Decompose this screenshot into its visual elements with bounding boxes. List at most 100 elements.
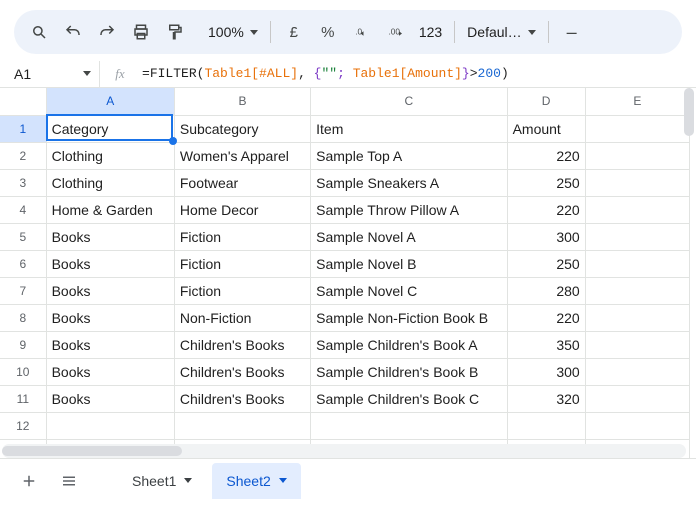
row-header[interactable]: 2 xyxy=(0,142,46,169)
cell[interactable]: Sample Children's Book A xyxy=(311,331,507,358)
cell[interactable]: Home Decor xyxy=(174,196,310,223)
cell[interactable]: Books xyxy=(46,250,174,277)
row-header[interactable]: 12 xyxy=(0,412,46,439)
cell[interactable]: Sample Novel A xyxy=(311,223,507,250)
cell[interactable]: 280 xyxy=(507,277,585,304)
cell[interactable]: Fiction xyxy=(174,223,310,250)
row-header[interactable]: 8 xyxy=(0,304,46,331)
cell[interactable]: 320 xyxy=(507,385,585,412)
cell[interactable]: Sample Non-Fiction Book B xyxy=(311,304,507,331)
cell[interactable]: Women's Apparel xyxy=(174,142,310,169)
cell[interactable] xyxy=(311,412,507,439)
cell[interactable]: Item xyxy=(311,115,507,142)
cell[interactable]: 350 xyxy=(507,331,585,358)
col-header-c[interactable]: C xyxy=(311,88,507,115)
cell[interactable] xyxy=(585,385,689,412)
cell[interactable]: Sample Children's Book B xyxy=(311,358,507,385)
row-header[interactable]: 11 xyxy=(0,385,46,412)
cell[interactable] xyxy=(585,142,689,169)
zoom-dropdown[interactable]: 100% xyxy=(204,24,262,40)
cell[interactable]: Footwear xyxy=(174,169,310,196)
scrollbar-thumb[interactable] xyxy=(2,446,182,456)
sheet-tab-sheet1[interactable]: Sheet1 xyxy=(118,463,206,499)
cell[interactable] xyxy=(585,196,689,223)
cell[interactable]: Children's Books xyxy=(174,385,310,412)
cell[interactable]: Home & Garden xyxy=(46,196,174,223)
row-header[interactable]: 3 xyxy=(0,169,46,196)
cell[interactable]: Books xyxy=(46,358,174,385)
percent-button[interactable]: % xyxy=(313,17,343,47)
cell[interactable] xyxy=(585,304,689,331)
cell[interactable]: Clothing xyxy=(46,142,174,169)
cell[interactable] xyxy=(174,412,310,439)
row-header[interactable]: 6 xyxy=(0,250,46,277)
row-header[interactable]: 10 xyxy=(0,358,46,385)
font-dropdown[interactable]: Defaul… xyxy=(463,24,539,40)
row-header[interactable]: 4 xyxy=(0,196,46,223)
cell[interactable]: Books xyxy=(46,304,174,331)
cell[interactable]: Children's Books xyxy=(174,331,310,358)
name-box[interactable]: A1 xyxy=(4,61,100,87)
cell[interactable]: Fiction xyxy=(174,277,310,304)
col-header-b[interactable]: B xyxy=(174,88,310,115)
cell[interactable]: Sample Top A xyxy=(311,142,507,169)
cell[interactable]: 250 xyxy=(507,169,585,196)
decrease-font-button[interactable]: – xyxy=(557,17,587,47)
cell[interactable] xyxy=(46,412,174,439)
row-header[interactable]: 5 xyxy=(0,223,46,250)
cell[interactable] xyxy=(507,412,585,439)
cell[interactable]: Amount xyxy=(507,115,585,142)
scrollbar-thumb[interactable] xyxy=(684,88,694,136)
cell[interactable]: 220 xyxy=(507,196,585,223)
cell[interactable]: Sample Novel C xyxy=(311,277,507,304)
all-sheets-button[interactable] xyxy=(52,464,86,498)
decrease-decimal-icon[interactable]: .0 xyxy=(347,17,377,47)
cell[interactable]: Sample Novel B xyxy=(311,250,507,277)
cell[interactable]: 250 xyxy=(507,250,585,277)
cell[interactable]: Books xyxy=(46,223,174,250)
number-format-button[interactable]: 123 xyxy=(415,24,446,40)
select-all-corner[interactable] xyxy=(0,88,46,115)
cell[interactable] xyxy=(585,331,689,358)
col-header-e[interactable]: E xyxy=(585,88,689,115)
search-icon[interactable] xyxy=(24,17,54,47)
sheet-tab-sheet2[interactable]: Sheet2 xyxy=(212,463,300,499)
col-header-a[interactable]: A xyxy=(46,88,174,115)
cell[interactable]: Books xyxy=(46,385,174,412)
cell[interactable]: 220 xyxy=(507,142,585,169)
cell[interactable]: 300 xyxy=(507,223,585,250)
cell[interactable]: 220 xyxy=(507,304,585,331)
cell[interactable]: Sample Sneakers A xyxy=(311,169,507,196)
formula-input[interactable]: =FILTER(Table1[#ALL], {""; Table1[Amount… xyxy=(140,66,696,81)
cell[interactable] xyxy=(585,358,689,385)
cell[interactable]: 300 xyxy=(507,358,585,385)
cell[interactable]: Clothing xyxy=(46,169,174,196)
col-header-d[interactable]: D xyxy=(507,88,585,115)
row-header[interactable]: 1 xyxy=(0,115,46,142)
row-header[interactable]: 7 xyxy=(0,277,46,304)
cell[interactable] xyxy=(585,412,689,439)
cell[interactable] xyxy=(585,277,689,304)
paint-format-icon[interactable] xyxy=(160,17,190,47)
cell[interactable] xyxy=(585,250,689,277)
cell[interactable]: Subcategory xyxy=(174,115,310,142)
cell[interactable]: Sample Children's Book C xyxy=(311,385,507,412)
currency-button[interactable]: £ xyxy=(279,17,309,47)
cell[interactable]: Children's Books xyxy=(174,358,310,385)
cell[interactable] xyxy=(585,115,689,142)
increase-decimal-icon[interactable]: .00 xyxy=(381,17,411,47)
row-header[interactable]: 9 xyxy=(0,331,46,358)
add-sheet-button[interactable] xyxy=(12,464,46,498)
cell[interactable]: Sample Throw Pillow A xyxy=(311,196,507,223)
cell[interactable]: Category xyxy=(46,115,174,142)
redo-icon[interactable] xyxy=(92,17,122,47)
cell[interactable]: Books xyxy=(46,331,174,358)
cell[interactable] xyxy=(585,169,689,196)
cell[interactable] xyxy=(585,223,689,250)
cell[interactable]: Non-Fiction xyxy=(174,304,310,331)
horizontal-scrollbar[interactable] xyxy=(2,444,686,458)
print-icon[interactable] xyxy=(126,17,156,47)
cell[interactable]: Books xyxy=(46,277,174,304)
vertical-scrollbar[interactable] xyxy=(682,88,696,442)
cell[interactable]: Fiction xyxy=(174,250,310,277)
